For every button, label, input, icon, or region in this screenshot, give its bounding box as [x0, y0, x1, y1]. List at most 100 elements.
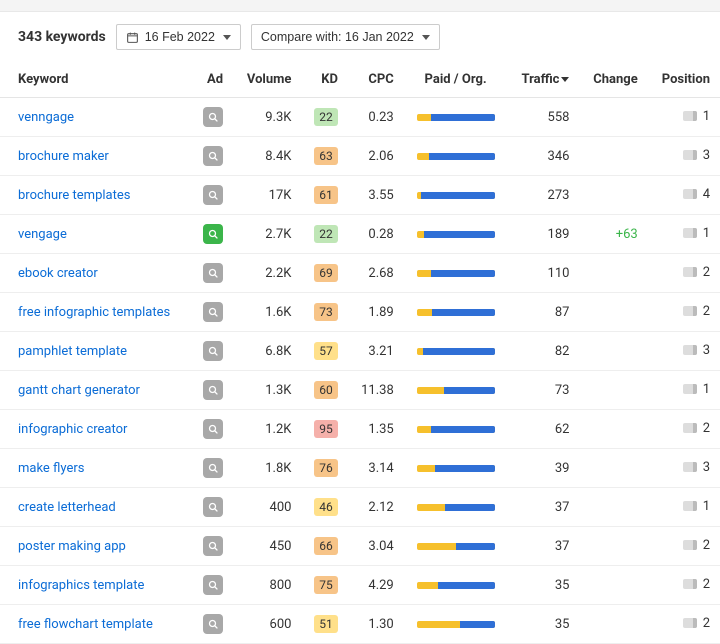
serp-chip-icon[interactable] — [683, 189, 697, 199]
compare-button[interactable]: Compare with: 16 Jan 2022 — [251, 24, 440, 50]
ad-icon[interactable] — [203, 224, 223, 244]
cell-change — [579, 98, 647, 137]
cell-change — [579, 488, 647, 527]
cell-position: 2 — [683, 538, 710, 553]
cell-cpc: 3.55 — [348, 176, 404, 215]
col-volume[interactable]: Volume — [233, 64, 301, 98]
ad-icon[interactable] — [203, 458, 223, 478]
cell-change — [579, 449, 647, 488]
keyword-link[interactable]: free infographic templates — [18, 305, 170, 320]
serp-chip-icon[interactable] — [683, 150, 697, 160]
serp-chip-icon[interactable] — [683, 345, 697, 355]
kd-badge: 60 — [314, 381, 338, 399]
cell-change — [579, 332, 647, 371]
serp-chip-icon[interactable] — [683, 423, 697, 433]
cell-cpc: 2.68 — [348, 254, 404, 293]
cell-traffic: 558 — [507, 98, 579, 137]
serp-chip-icon[interactable] — [683, 384, 697, 394]
ad-icon[interactable] — [203, 575, 223, 595]
keyword-link[interactable]: ebook creator — [18, 266, 98, 281]
serp-chip-icon[interactable] — [683, 306, 697, 316]
table-row: gantt chart generator1.3K6011.38731 — [0, 371, 720, 410]
table-row: pamphlet template6.8K573.21823 — [0, 332, 720, 371]
keyword-link[interactable]: venngage — [18, 110, 74, 125]
paid-org-bar — [417, 192, 495, 199]
col-traffic[interactable]: Traffic — [507, 64, 579, 98]
cell-traffic: 73 — [507, 371, 579, 410]
table-row: vengage2.7K220.28189+631 — [0, 215, 720, 254]
ad-icon[interactable] — [203, 146, 223, 166]
ad-icon[interactable] — [203, 536, 223, 556]
paid-org-bar — [417, 270, 495, 277]
serp-chip-icon[interactable] — [683, 111, 697, 121]
ad-icon[interactable] — [203, 497, 223, 517]
col-cpc[interactable]: CPC — [348, 64, 404, 98]
cell-cpc: 3.21 — [348, 332, 404, 371]
serp-chip-icon[interactable] — [683, 579, 697, 589]
cell-position: 4 — [683, 187, 710, 202]
date-picker-button[interactable]: 16 Feb 2022 — [116, 24, 241, 50]
ad-icon[interactable] — [203, 302, 223, 322]
cell-volume: 2.7K — [233, 215, 301, 254]
ad-icon[interactable] — [203, 614, 223, 634]
cell-traffic: 273 — [507, 176, 579, 215]
ad-icon[interactable] — [203, 263, 223, 283]
col-paid-org[interactable]: Paid / Org. — [404, 64, 508, 98]
table-row: create letterhead400462.12371 — [0, 488, 720, 527]
keyword-link[interactable]: vengage — [18, 227, 67, 242]
cell-position: 2 — [683, 577, 710, 592]
table-row: free infographic templates1.6K731.89872 — [0, 293, 720, 332]
col-position[interactable]: Position — [648, 64, 720, 98]
cell-position: 3 — [683, 460, 710, 475]
col-keyword[interactable]: Keyword — [0, 64, 191, 98]
cell-traffic: 35 — [507, 605, 579, 644]
cell-change — [579, 566, 647, 605]
cell-change — [579, 176, 647, 215]
ad-icon[interactable] — [203, 419, 223, 439]
cell-position: 2 — [683, 304, 710, 319]
ad-icon[interactable] — [203, 341, 223, 361]
serp-chip-icon[interactable] — [683, 540, 697, 550]
cell-volume: 1.2K — [233, 410, 301, 449]
col-ad[interactable]: Ad — [191, 64, 233, 98]
keyword-link[interactable]: infographic creator — [18, 422, 127, 437]
ad-icon[interactable] — [203, 380, 223, 400]
keyword-link[interactable]: poster making app — [18, 539, 126, 554]
cell-cpc: 0.23 — [348, 98, 404, 137]
table-row: poster making app450663.04372 — [0, 527, 720, 566]
keyword-link[interactable]: infographics template — [18, 578, 144, 593]
cell-traffic: 35 — [507, 566, 579, 605]
keyword-link[interactable]: brochure templates — [18, 188, 130, 203]
ad-icon[interactable] — [203, 107, 223, 127]
cell-cpc: 2.06 — [348, 137, 404, 176]
cell-change — [579, 527, 647, 566]
col-kd[interactable]: KD — [301, 64, 348, 98]
paid-org-bar — [417, 231, 495, 238]
keyword-link[interactable]: create letterhead — [18, 500, 116, 515]
cell-traffic: 110 — [507, 254, 579, 293]
cell-change — [579, 293, 647, 332]
keyword-link[interactable]: brochure maker — [18, 149, 109, 164]
serp-chip-icon[interactable] — [683, 228, 697, 238]
keyword-link[interactable]: gantt chart generator — [18, 383, 140, 398]
keyword-link[interactable]: free flowchart template — [18, 617, 153, 632]
keyword-link[interactable]: pamphlet template — [18, 344, 127, 359]
serp-chip-icon[interactable] — [683, 501, 697, 511]
serp-chip-icon[interactable] — [683, 462, 697, 472]
paid-org-bar — [417, 504, 495, 511]
compare-label: Compare with: 16 Jan 2022 — [261, 30, 414, 44]
serp-chip-icon[interactable] — [683, 267, 697, 277]
paid-org-bar — [417, 348, 495, 355]
cell-volume: 1.6K — [233, 293, 301, 332]
serp-chip-icon[interactable] — [683, 618, 697, 628]
cell-change: +63 — [579, 215, 647, 254]
cell-position: 1 — [683, 499, 710, 514]
ad-icon[interactable] — [203, 185, 223, 205]
keyword-link[interactable]: make flyers — [18, 461, 85, 476]
cell-traffic: 62 — [507, 410, 579, 449]
kd-badge: 57 — [314, 342, 338, 360]
cell-position: 1 — [683, 109, 710, 124]
paid-org-bar — [417, 153, 495, 160]
col-change[interactable]: Change — [579, 64, 647, 98]
kd-badge: 51 — [314, 615, 338, 633]
